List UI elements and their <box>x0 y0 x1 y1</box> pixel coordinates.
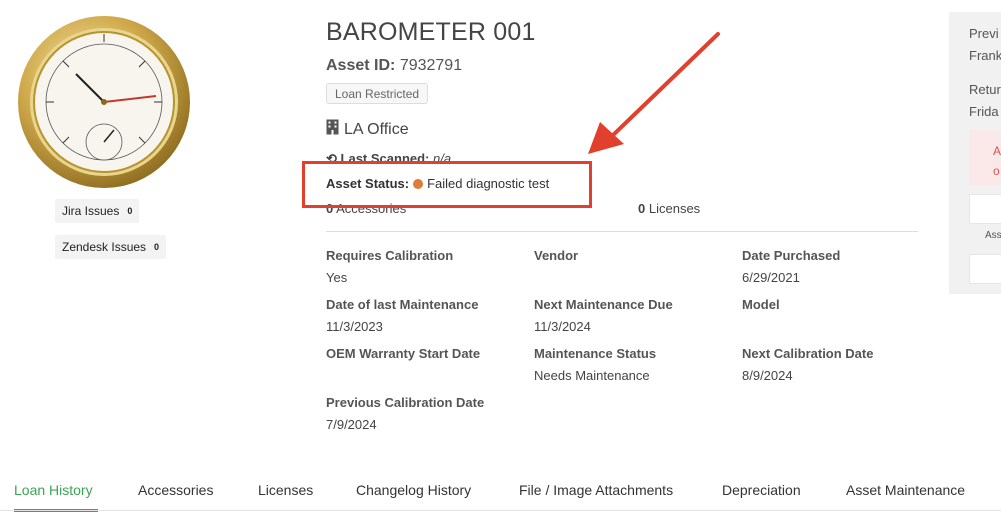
field-date-purchased: Date Purchased 6/29/2021 <box>742 248 942 285</box>
field-value <box>742 319 942 334</box>
panel-text-2: Frank <box>969 48 1001 63</box>
field-oem-warranty-start: OEM Warranty Start Date <box>326 346 526 383</box>
field-next-maintenance-due: Next Maintenance Due 11/3/2024 <box>534 297 734 334</box>
tab-loan-history[interactable]: Loan History <box>14 482 93 498</box>
panel-text-4: Frida <box>969 104 999 119</box>
divider <box>326 231 918 232</box>
tab-accessories[interactable]: Accessories <box>138 482 213 498</box>
zendesk-issues-chip[interactable]: Zendesk Issues 0 <box>55 235 167 259</box>
field-model: Model <box>742 297 942 334</box>
licenses-count[interactable]: 0 Licenses <box>638 201 700 216</box>
field-requires-calibration: Requires Calibration Yes <box>326 248 526 285</box>
field-value <box>326 368 526 383</box>
field-label: Next Maintenance Due <box>534 297 673 312</box>
zendesk-issues-count: 0 <box>154 242 160 252</box>
field-label: Previous Calibration Date <box>326 395 485 410</box>
field-label: Vendor <box>534 248 579 263</box>
field-value: 11/3/2024 <box>534 319 591 334</box>
zendesk-issues-label: Zendesk Issues <box>62 240 147 254</box>
field-value: 11/3/2023 <box>326 319 383 334</box>
panel-alert: A o <box>969 130 1001 186</box>
asset-id-label: Asset ID: <box>326 57 396 74</box>
tab-bar: Loan History Accessories Licenses Change… <box>0 478 1001 512</box>
field-value <box>534 270 734 285</box>
field-previous-calibration-date: Previous Calibration Date 7/9/2024 <box>326 395 526 432</box>
tab-file-image-attachments[interactable]: File / Image Attachments <box>519 482 673 498</box>
licenses-count-value: 0 <box>638 201 646 216</box>
building-icon <box>326 119 339 140</box>
field-value: 7/9/2024 <box>326 417 377 432</box>
panel-button-2[interactable] <box>969 254 1001 284</box>
asset-location[interactable]: LA Office <box>326 119 409 140</box>
location-label: LA Office <box>344 120 409 138</box>
tab-bar-divider <box>0 510 1001 511</box>
tab-depreciation[interactable]: Depreciation <box>722 482 801 498</box>
jira-issues-label: Jira Issues <box>62 204 120 218</box>
field-value: Needs Maintenance <box>534 368 650 383</box>
annotation-arrow-icon <box>588 32 720 154</box>
field-next-calibration-date: Next Calibration Date 8/9/2024 <box>742 346 942 383</box>
asset-id-value: 7932791 <box>399 57 463 74</box>
panel-alert-text-1: A <box>993 144 1001 158</box>
field-label: Date Purchased <box>742 248 841 263</box>
page-title: BAROMETER 001 <box>326 18 536 46</box>
panel-alert-text-2: o <box>993 164 1000 178</box>
field-value: Yes <box>326 270 348 285</box>
tab-asset-maintenance[interactable]: Asset Maintenance <box>846 482 965 498</box>
field-label: Next Calibration Date <box>742 346 874 361</box>
licenses-count-label: Licenses <box>648 201 701 216</box>
loan-restricted-badge: Loan Restricted <box>326 83 429 104</box>
field-date-last-maintenance: Date of last Maintenance 11/3/2023 <box>326 297 526 334</box>
field-label: Requires Calibration <box>326 248 454 263</box>
right-side-panel: Previ Frank Retur Frida A o Ass <box>949 12 1001 294</box>
panel-text-3: Retur <box>969 82 1001 97</box>
field-maintenance-status: Maintenance Status Needs Maintenance <box>534 346 734 383</box>
jira-issues-chip[interactable]: Jira Issues 0 <box>55 199 140 223</box>
tab-changelog-history[interactable]: Changelog History <box>356 482 471 498</box>
asset-photo[interactable] <box>16 14 192 190</box>
annotation-highlight-box <box>302 161 592 208</box>
field-label: Model <box>742 297 780 312</box>
field-label: Date of last Maintenance <box>326 297 479 312</box>
panel-text-1: Previ <box>969 26 999 41</box>
field-value: 6/29/2021 <box>742 270 800 285</box>
field-label: OEM Warranty Start Date <box>326 346 481 361</box>
field-value: 8/9/2024 <box>742 368 793 383</box>
panel-caption: Ass <box>985 230 1001 241</box>
jira-issues-count: 0 <box>127 206 133 216</box>
field-vendor: Vendor <box>534 248 734 285</box>
tab-licenses[interactable]: Licenses <box>258 482 313 498</box>
field-label: Maintenance Status <box>534 346 657 361</box>
panel-button-1[interactable] <box>969 194 1001 224</box>
asset-id: Asset ID: 7932791 <box>326 57 462 75</box>
